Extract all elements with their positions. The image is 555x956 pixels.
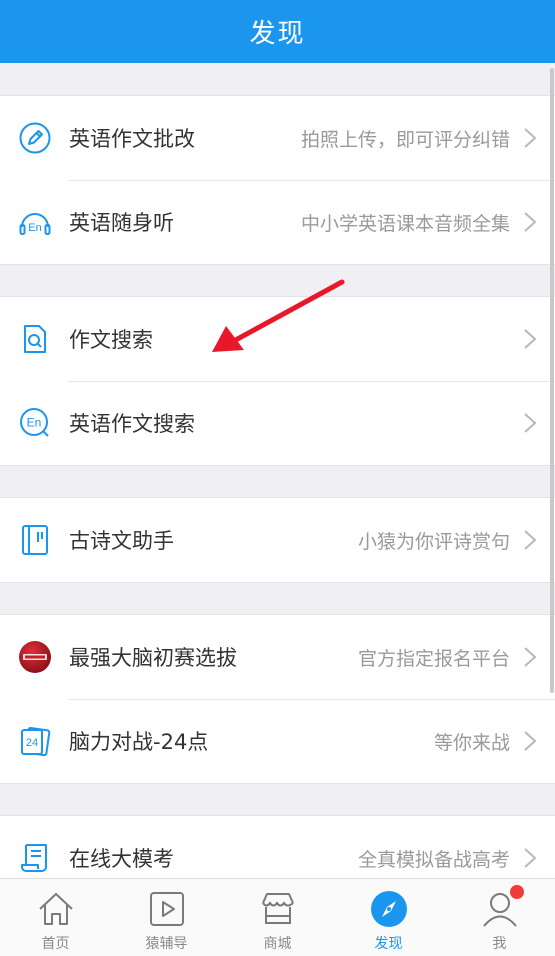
item-title: 最强大脑初赛选拔 bbox=[69, 646, 237, 670]
list-item-strongest-brain[interactable]: 最强大脑初赛选拔 官方指定报名平台 bbox=[0, 615, 555, 699]
tab-label: 发现 bbox=[374, 936, 403, 952]
card-24-icon: 24 bbox=[18, 724, 52, 758]
tab-me[interactable]: 我 bbox=[444, 879, 555, 956]
chevron-right-icon bbox=[524, 329, 537, 349]
item-subtitle: 全真模拟备战高考 bbox=[357, 848, 510, 871]
item-subtitle: 官方指定报名平台 bbox=[357, 647, 510, 670]
scrollbar[interactable] bbox=[550, 68, 554, 693]
chevron-right-icon bbox=[524, 530, 537, 550]
bottom-tab-bar: 首页 猿辅导 商城 发现 我 bbox=[0, 878, 555, 956]
item-title: 英语作文搜索 bbox=[69, 412, 195, 436]
group-essay-search: 作文搜索 En 英语作文搜索 bbox=[0, 296, 555, 466]
book-icon bbox=[18, 523, 52, 557]
chevron-right-icon bbox=[524, 731, 537, 751]
chevron-right-icon bbox=[524, 212, 537, 232]
svg-text:En: En bbox=[27, 416, 42, 430]
list-item-online-exam[interactable]: 在线大模考 全真模拟备战高考 bbox=[0, 816, 555, 878]
chevron-right-icon bbox=[524, 413, 537, 433]
item-title: 脑力对战-24点 bbox=[69, 730, 209, 754]
group-brain-games: 最强大脑初赛选拔 官方指定报名平台 24 脑力对战-24点 等你来战 bbox=[0, 614, 555, 784]
strongest-brain-logo-icon bbox=[18, 640, 52, 674]
chevron-right-icon bbox=[524, 848, 537, 868]
chevron-right-icon bbox=[524, 128, 537, 148]
list-item-poetry-assistant[interactable]: 古诗文助手 小猿为你评诗赏句 bbox=[0, 498, 555, 582]
en-search-icon: En bbox=[18, 406, 52, 440]
group-english-tools: 英语作文批改 拍照上传，即可评分纠错 En 英语随身听 中小学英语课本音频全集 bbox=[0, 95, 555, 265]
group-poetry: 古诗文助手 小猿为你评诗赏句 bbox=[0, 497, 555, 583]
notification-badge bbox=[510, 885, 524, 899]
list-item-english-essay-search[interactable]: En 英语作文搜索 bbox=[0, 381, 555, 465]
item-title: 在线大模考 bbox=[69, 847, 174, 871]
item-subtitle: 小猿为你评诗赏句 bbox=[357, 530, 510, 553]
item-subtitle: 等你来战 bbox=[433, 731, 510, 754]
list-item-essay-search[interactable]: 作文搜索 bbox=[0, 297, 555, 381]
tab-label: 商城 bbox=[263, 936, 292, 952]
shop-icon bbox=[261, 893, 294, 924]
tab-tutor[interactable]: 猿辅导 bbox=[111, 879, 222, 956]
header-bar: 发现 bbox=[0, 0, 555, 63]
list-item-24-points[interactable]: 24 脑力对战-24点 等你来战 bbox=[0, 699, 555, 783]
tab-label: 我 bbox=[492, 936, 507, 952]
svg-text:24: 24 bbox=[26, 737, 38, 749]
item-title: 作文搜索 bbox=[69, 328, 153, 352]
scroll-exam-icon bbox=[18, 841, 52, 875]
headphones-en-icon: En bbox=[18, 205, 52, 239]
document-search-icon bbox=[18, 322, 52, 356]
tab-discover[interactable]: 发现 bbox=[333, 879, 444, 956]
home-icon bbox=[38, 893, 73, 925]
tab-home[interactable]: 首页 bbox=[0, 879, 111, 956]
svg-text:En: En bbox=[28, 222, 41, 234]
chevron-right-icon bbox=[524, 647, 537, 667]
compass-icon bbox=[370, 891, 407, 927]
discover-list[interactable]: 英语作文批改 拍照上传，即可评分纠错 En 英语随身听 中小学英语课本音频全集 … bbox=[0, 63, 555, 878]
list-item-english-listening[interactable]: En 英语随身听 中小学英语课本音频全集 bbox=[0, 180, 555, 264]
group-exams: 在线大模考 全真模拟备战高考 bbox=[0, 815, 555, 878]
item-title: 英语作文批改 bbox=[69, 127, 195, 151]
tab-label: 首页 bbox=[41, 936, 70, 952]
tab-label: 猿辅导 bbox=[145, 936, 188, 952]
play-icon bbox=[149, 892, 184, 926]
item-title: 古诗文助手 bbox=[69, 529, 174, 553]
item-subtitle: 中小学英语课本音频全集 bbox=[300, 212, 510, 235]
pencil-circle-icon bbox=[18, 121, 52, 155]
item-title: 英语随身听 bbox=[69, 211, 174, 235]
page-title: 发现 bbox=[249, 19, 306, 49]
list-item-english-essay-correction[interactable]: 英语作文批改 拍照上传，即可评分纠错 bbox=[0, 96, 555, 180]
tab-mall[interactable]: 商城 bbox=[222, 879, 333, 956]
item-subtitle: 拍照上传，即可评分纠错 bbox=[300, 128, 510, 151]
